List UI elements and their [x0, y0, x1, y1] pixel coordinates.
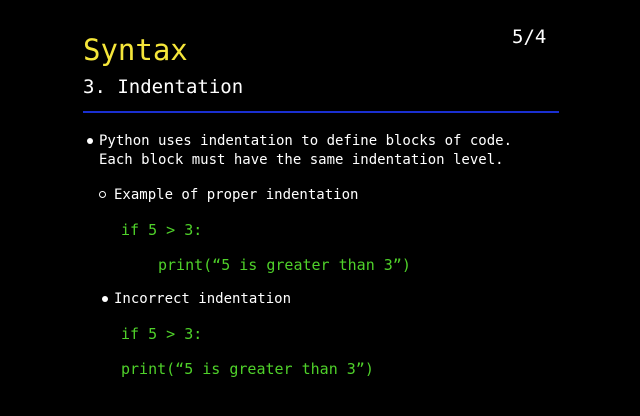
main-bullet-line-1: Python uses indentation to define blocks… [99, 133, 513, 149]
incorrect-indentation-label: Incorrect indentation [114, 291, 292, 307]
slide-page-number: 5/4 [512, 26, 547, 48]
main-bullet-line-2: Each block must have the same indentatio… [99, 152, 504, 168]
main-bullet-icon [87, 138, 93, 144]
incorrect-indentation-bullet-icon [102, 296, 108, 302]
proper-code-line-2: print(“5 is greater than 3”) [158, 256, 411, 274]
presentation-slide: Syntax 5/4 3. Indentation Python uses in… [0, 0, 640, 416]
proper-indentation-label: Example of proper indentation [114, 187, 359, 203]
slide-subtitle: 3. Indentation [83, 76, 244, 98]
title-divider [83, 111, 559, 113]
slide-title: Syntax [83, 33, 188, 67]
incorrect-code-line-1: if 5 > 3: [121, 325, 203, 343]
incorrect-code-line-2: print(“5 is greater than 3”) [121, 360, 374, 378]
proper-indentation-bullet-icon [99, 191, 106, 198]
proper-code-line-1: if 5 > 3: [121, 221, 203, 239]
